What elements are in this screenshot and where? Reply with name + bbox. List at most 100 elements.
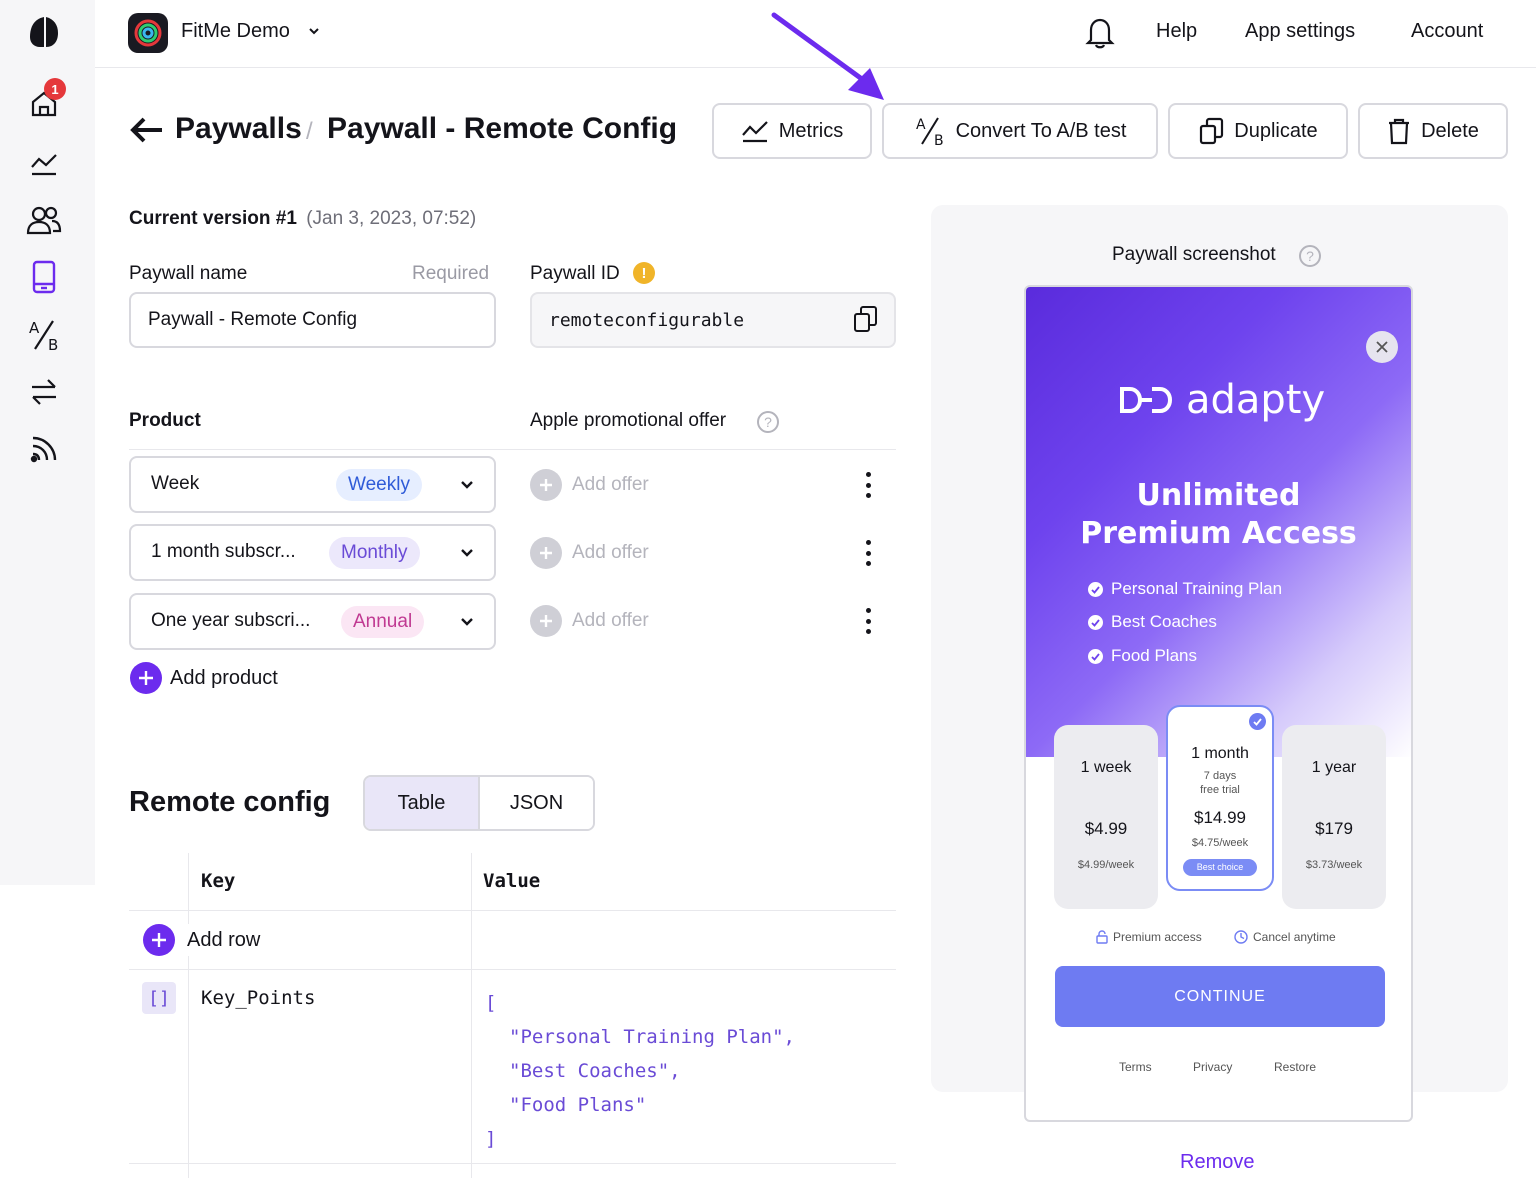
privacy-link: Privacy [1193,1060,1233,1074]
plan-price: $14.99 [1194,808,1246,827]
breadcrumb-paywalls[interactable]: Paywalls [175,112,302,146]
paywall-name-input[interactable]: Paywall - Remote Config [129,292,496,348]
chevron-down-icon[interactable] [307,24,321,38]
more-options-icon[interactable] [858,469,878,501]
product-name: One year subscri... [151,610,311,631]
column-divider [188,853,189,1178]
warning-icon[interactable]: ! [633,262,655,284]
plan-card-month: 1 month 7 days free trial $14.99 $4.75/w… [1166,705,1274,891]
more-options-icon[interactable] [858,605,878,637]
add-product-button[interactable]: Add product [130,662,278,694]
tab-table[interactable]: Table [365,777,480,829]
integrations-icon[interactable] [22,370,66,414]
events-feed-icon[interactable] [22,427,66,471]
trash-icon [1389,118,1410,145]
plan-price: $4.99 [1084,819,1128,838]
help-icon[interactable]: ? [1299,245,1321,267]
metrics-button[interactable]: Metrics [712,103,872,159]
paywall-id-field: remoteconfigurable [530,292,896,348]
best-choice-badge: Best choice [1183,859,1257,876]
svg-text:A: A [29,319,40,337]
value-line: [ [485,992,497,1014]
back-arrow-icon[interactable] [128,114,164,146]
paywall-headline: Unlimited Premium Access [1026,477,1411,553]
add-offer-label: Add offer [572,542,649,563]
add-row-label: Add row [187,928,261,951]
terms-link: Terms [1119,1060,1152,1074]
app-logo[interactable] [128,13,168,53]
bell-icon[interactable] [1085,16,1115,50]
chevron-down-icon [461,549,473,557]
svg-text:B: B [48,336,58,353]
brand-name: adapty [1186,377,1326,423]
adapty-logo: adapty [1118,377,1325,423]
headline-line: Unlimited [1136,478,1301,513]
analytics-icon[interactable] [22,141,66,185]
app-settings-link[interactable]: App settings [1245,20,1355,43]
more-options-icon[interactable] [858,537,878,569]
paywall-id-label: Paywall ID [530,263,620,284]
tab-json[interactable]: JSON [480,777,593,829]
copy-icon[interactable] [852,305,878,333]
metrics-label: Metrics [778,119,844,142]
plus-icon [530,605,562,637]
add-offer-button[interactable]: Add offer [530,605,649,637]
offer-header: Apple promotional offer [530,410,727,431]
svg-text:A: A [916,117,926,133]
clock-icon [1234,930,1248,944]
app-name[interactable]: FitMe Demo [181,20,290,43]
convert-ab-test-button[interactable]: AB Convert To A/B test [882,103,1158,159]
plan-trial: 7 days [1203,770,1237,782]
duplicate-button[interactable]: Duplicate [1168,103,1348,159]
cancel-anytime-label: Cancel anytime [1253,930,1336,944]
current-version: Current version #1 (Jan 3, 2023, 07:52) [129,208,476,230]
delete-button[interactable]: Delete [1358,103,1508,159]
row-value[interactable]: [ "Personal Training Plan", "Best Coache… [485,986,795,1156]
required-label: Required [412,263,490,284]
svg-text:B: B [934,133,944,148]
value-line: "Food Plans" [509,1094,647,1116]
paywall-screenshot: adapty Unlimited Premium Access Personal… [1024,285,1413,1122]
feature-label: Personal Training Plan [1111,579,1283,598]
plus-icon [530,537,562,569]
plan-per-week: $4.75/week [1191,837,1249,849]
plan-per-week: $4.99/week [1077,859,1135,871]
ab-test-icon[interactable]: AB [22,313,66,357]
product-select[interactable]: Week Weekly [129,456,496,513]
check-icon [1088,648,1103,664]
continue-button: CONTINUE [1055,966,1385,1027]
help-icon[interactable]: ? [757,411,779,433]
plan-per-week: $3.73/week [1305,859,1363,871]
delete-label: Delete [1421,119,1479,142]
account-link[interactable]: Account [1411,20,1483,43]
feature-label: Best Coaches [1111,612,1217,631]
product-select[interactable]: 1 month subscr... Monthly [129,524,496,581]
remove-screenshot-link[interactable]: Remove [1180,1151,1254,1174]
add-row-button[interactable]: Add row [143,924,273,956]
adapty-logo-icon[interactable] [22,10,66,54]
paywalls-icon[interactable] [22,255,66,299]
users-icon[interactable] [22,198,66,242]
array-type-badge[interactable]: [] [142,982,176,1014]
paywall-id-value: remoteconfigurable [549,309,745,331]
plus-icon [130,662,162,694]
headline-line: Premium Access [1080,516,1357,551]
help-link[interactable]: Help [1156,20,1197,43]
add-offer-button[interactable]: Add offer [530,537,649,569]
home-icon[interactable]: 1 [22,78,66,126]
duplicate-label: Duplicate [1234,119,1318,142]
plan-title: 1 year [1311,759,1357,776]
product-select[interactable]: One year subscri... Annual [129,593,496,650]
period-badge: Annual [341,606,425,638]
feature-item: Best Coaches [1088,612,1217,632]
plan-title: 1 week [1080,759,1132,776]
add-offer-button[interactable]: Add offer [530,469,649,501]
row-key[interactable]: Key_Points [201,987,315,1009]
plan-card-week: 1 week $4.99 $4.99/week [1054,725,1158,909]
product-name: Week [151,473,200,494]
paywall-name-value: Paywall - Remote Config [148,309,358,330]
premium-access-label: Premium access [1113,930,1202,944]
check-icon [1249,713,1266,730]
notification-badge: 1 [44,78,66,100]
plus-icon [530,469,562,501]
